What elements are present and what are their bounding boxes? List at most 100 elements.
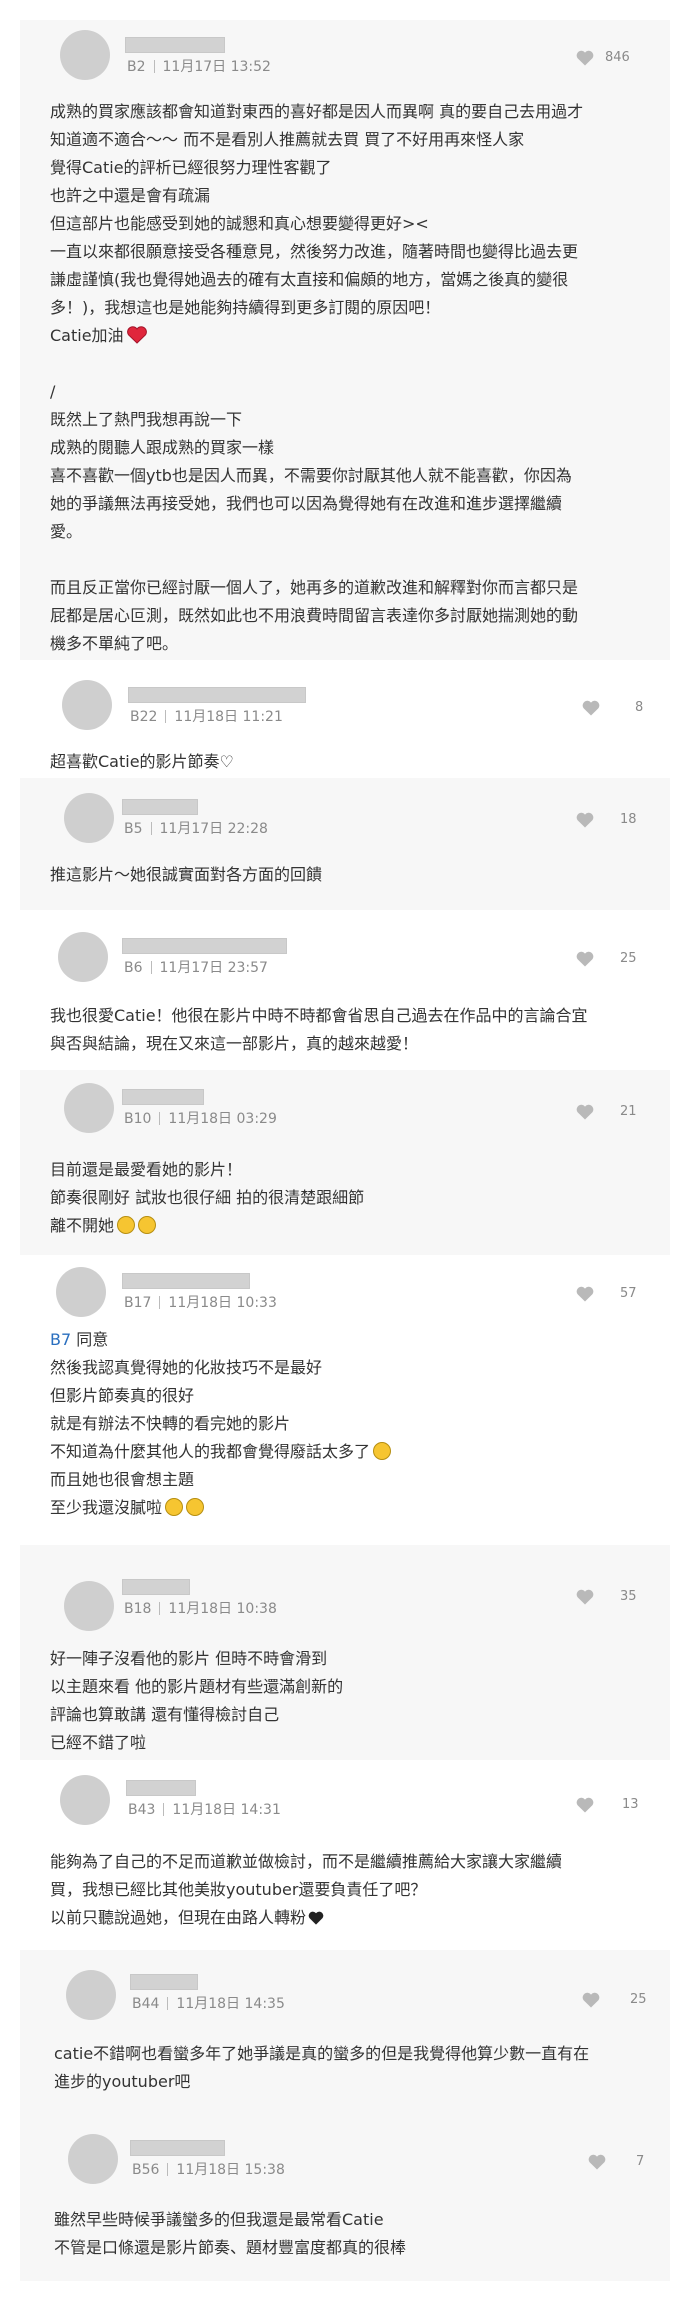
heart-icon[interactable] [582,700,600,716]
like-count: 13 [622,1797,639,1812]
username-redacted[interactable] [128,687,306,703]
post-date: 11月18日 10:38 [168,1601,277,1617]
comment-line: 目前還是最愛看她的影片！ [50,1160,243,1179]
avatar[interactable] [64,1581,114,1631]
post-date: 11月17日 22:28 [159,821,268,837]
post-date: 11月18日 14:31 [172,1802,281,1818]
username-redacted[interactable] [122,1579,190,1595]
comment-line: 至少我還沒膩啦 [50,1494,640,1522]
comment-line: 以前只聽說過她，但現在由路人轉粉 [50,1904,640,1932]
username-redacted[interactable] [122,799,198,815]
heart-icon[interactable] [582,1992,600,2008]
avatar[interactable] [62,680,112,730]
comment-meta: B5 11月17日 22:28 [124,818,268,838]
avatar[interactable] [68,2134,118,2184]
floor-number: B18 [124,1601,152,1617]
heart-icon[interactable] [576,1589,594,1605]
comment-body: 目前還是最愛看她的影片！ 節奏很剛好 試妝也很仔細 拍的很清楚跟細節 離不開她 [50,1156,640,1240]
heart-icon[interactable] [576,1797,594,1813]
comment-line: 超喜歡Catie的影片節奏♡ [50,752,234,771]
comment-line: 推這影片～她很誠實面對各方面的回饋 [50,865,323,884]
floor-number: B22 [130,709,158,725]
username-redacted[interactable] [122,938,287,954]
heart-icon[interactable] [576,1286,594,1302]
post-date: 11月18日 14:35 [176,1996,285,2012]
heart-icon[interactable] [576,1104,594,1120]
comment-line: 成熟的買家應該都會知道對東西的喜好都是因人而異啊 真的要自己去用過才 [50,102,584,121]
post-date: 11月18日 10:33 [168,1295,277,1311]
avatar[interactable] [66,1970,116,2020]
comment-line: 機多不單純了吧。 [50,634,179,653]
avatar[interactable] [58,932,108,982]
reply-tag-link[interactable]: B7 [50,1330,71,1349]
post-date: 11月17日 13:52 [162,59,271,75]
username-redacted[interactable] [122,1273,250,1289]
comment-line: 然後我認真覺得她的化妝技巧不是最好 [50,1358,323,1377]
floor-number: B56 [132,2162,160,2178]
comment-line: 屁都是居心叵測，既然如此也不用浪費時間留言表達你多討厭她揣測她的動 [50,606,579,625]
comment-meta: B17 11月18日 10:33 [124,1292,277,1312]
avatar[interactable] [60,30,110,80]
comment-line: 喜不喜歡一個ytb也是因人而異，不需要你討厭其他人就不能喜歡，你因為 [50,466,572,485]
like-count: 25 [620,951,637,966]
comment-card: B18 11月18日 10:38 35 好一陣子沒看他的影片 但時不時會滑到 以主… [20,1545,670,1760]
comment-line: 既然上了熱門我想再說一下 [50,410,243,429]
laughing-face-emoji [373,1442,392,1460]
username-redacted[interactable] [126,1780,196,1796]
comment-text: 同意 [71,1330,109,1349]
comment-line: 不知道為什麼其他人的我都會覺得廢話太多了 [50,1438,640,1466]
heart-icon[interactable] [576,951,594,967]
avatar[interactable] [64,1083,114,1133]
comment-line: 而且她也很會想主題 [50,1470,195,1489]
floor-number: B10 [124,1111,152,1127]
username-redacted[interactable] [130,2140,225,2156]
comment-line: 愛。 [50,522,83,541]
post-date: 11月18日 15:38 [176,2162,285,2178]
comment-line: 就是有辦法不快轉的看完她的影片 [50,1414,291,1433]
comment-body: 雖然早些時候爭議蠻多的但我還是最常看Catie 不管是口條還是影片節奏、題材豐富… [54,2206,640,2262]
heart-icon[interactable] [576,50,594,66]
comment-line: 也許之中還是會有疏漏 [50,186,211,205]
floor-number: B44 [132,1996,160,2012]
comment-line: 離不開她 [50,1212,640,1240]
comment-line: 成熟的閱聽人跟成熟的買家一樣 [50,438,275,457]
comment-card: B17 11月18日 10:33 57 B7 同意 然後我認真覺得她的化妝技巧不是… [20,1255,670,1545]
comment-body: 我也很愛Catie！他很在影片中時不時都會省思自己過去在作品中的言論合宜 與否與… [50,1002,650,1058]
avatar[interactable] [60,1775,110,1825]
comment-line: 評論也算敢講 還有懂得檢討自己 [50,1705,280,1724]
username-redacted[interactable] [122,1089,204,1105]
comment-line: 我也很愛Catie！他很在影片中時不時都會省思自己過去在作品中的言論合宜 [50,1006,588,1025]
crying-face-emoji [117,1216,136,1234]
comment-body: B7 同意 然後我認真覺得她的化妝技巧不是最好 但影片節奏真的很好 就是有辦法不… [50,1326,640,1522]
comment-line: 雖然早些時候爭議蠻多的但我還是最常看Catie [54,2210,384,2229]
comment-body: 能夠為了自己的不足而道歉並做檢討，而不是繼續推薦給大家讓大家繼續 買，我想已經比… [50,1848,640,1932]
username-redacted[interactable] [130,1974,198,1990]
username-redacted[interactable] [125,37,225,53]
floor-number: B17 [124,1295,152,1311]
comment-line: 而且反正當你已經討厭一個人了，她再多的道歉改進和解釋對你而言都只是 [50,578,579,597]
avatar[interactable] [56,1267,106,1317]
comment-card: B56 11月18日 15:38 7 雖然早些時候爭議蠻多的但我還是最常看Cati… [20,2106,670,2281]
avatar[interactable] [64,793,114,843]
post-date: 11月18日 03:29 [168,1111,277,1127]
comment-body: 成熟的買家應該都會知道對東西的喜好都是因人而異啊 真的要自己去用過才 知道適不適… [50,98,640,658]
heart-icon[interactable] [588,2154,606,2170]
crying-face-emoji [138,1216,157,1234]
red-heart-emoji [126,326,147,344]
comment-card: B2 11月17日 13:52 846 成熟的買家應該都會知道對東西的喜好都是因人… [20,20,670,660]
comment-body: catie不錯啊也看蠻多年了她爭議是真的蠻多的但是我覺得他算少數一直有在 進步的… [54,2040,650,2096]
like-count: 25 [630,1992,647,2007]
like-count: 846 [605,50,630,65]
comment-line: catie不錯啊也看蠻多年了她爭議是真的蠻多的但是我覺得他算少數一直有在 [54,2044,590,2063]
like-count: 8 [635,700,644,715]
comment-card: B5 11月17日 22:28 18 推這影片～她很誠實面對各方面的回饋 [20,778,670,910]
floor-number: B2 [127,59,146,75]
comment-body: 推這影片～她很誠實面對各方面的回饋 [50,861,640,889]
comment-line: 能夠為了自己的不足而道歉並做檢討，而不是繼續推薦給大家讓大家繼續 [50,1852,563,1871]
comment-meta: B44 11月18日 14:35 [132,1993,285,2013]
heart-icon[interactable] [576,812,594,828]
post-date: 11月17日 23:57 [159,960,268,976]
comment-line: 但這部片也能感受到她的誠懇和真心想要變得更好>< [50,214,429,233]
comment-card: B22 11月18日 11:21 8 超喜歡Catie的影片節奏♡ [20,664,670,794]
comment-card: B10 11月18日 03:29 21 目前還是最愛看她的影片！ 節奏很剛好 試妝… [20,1070,670,1255]
